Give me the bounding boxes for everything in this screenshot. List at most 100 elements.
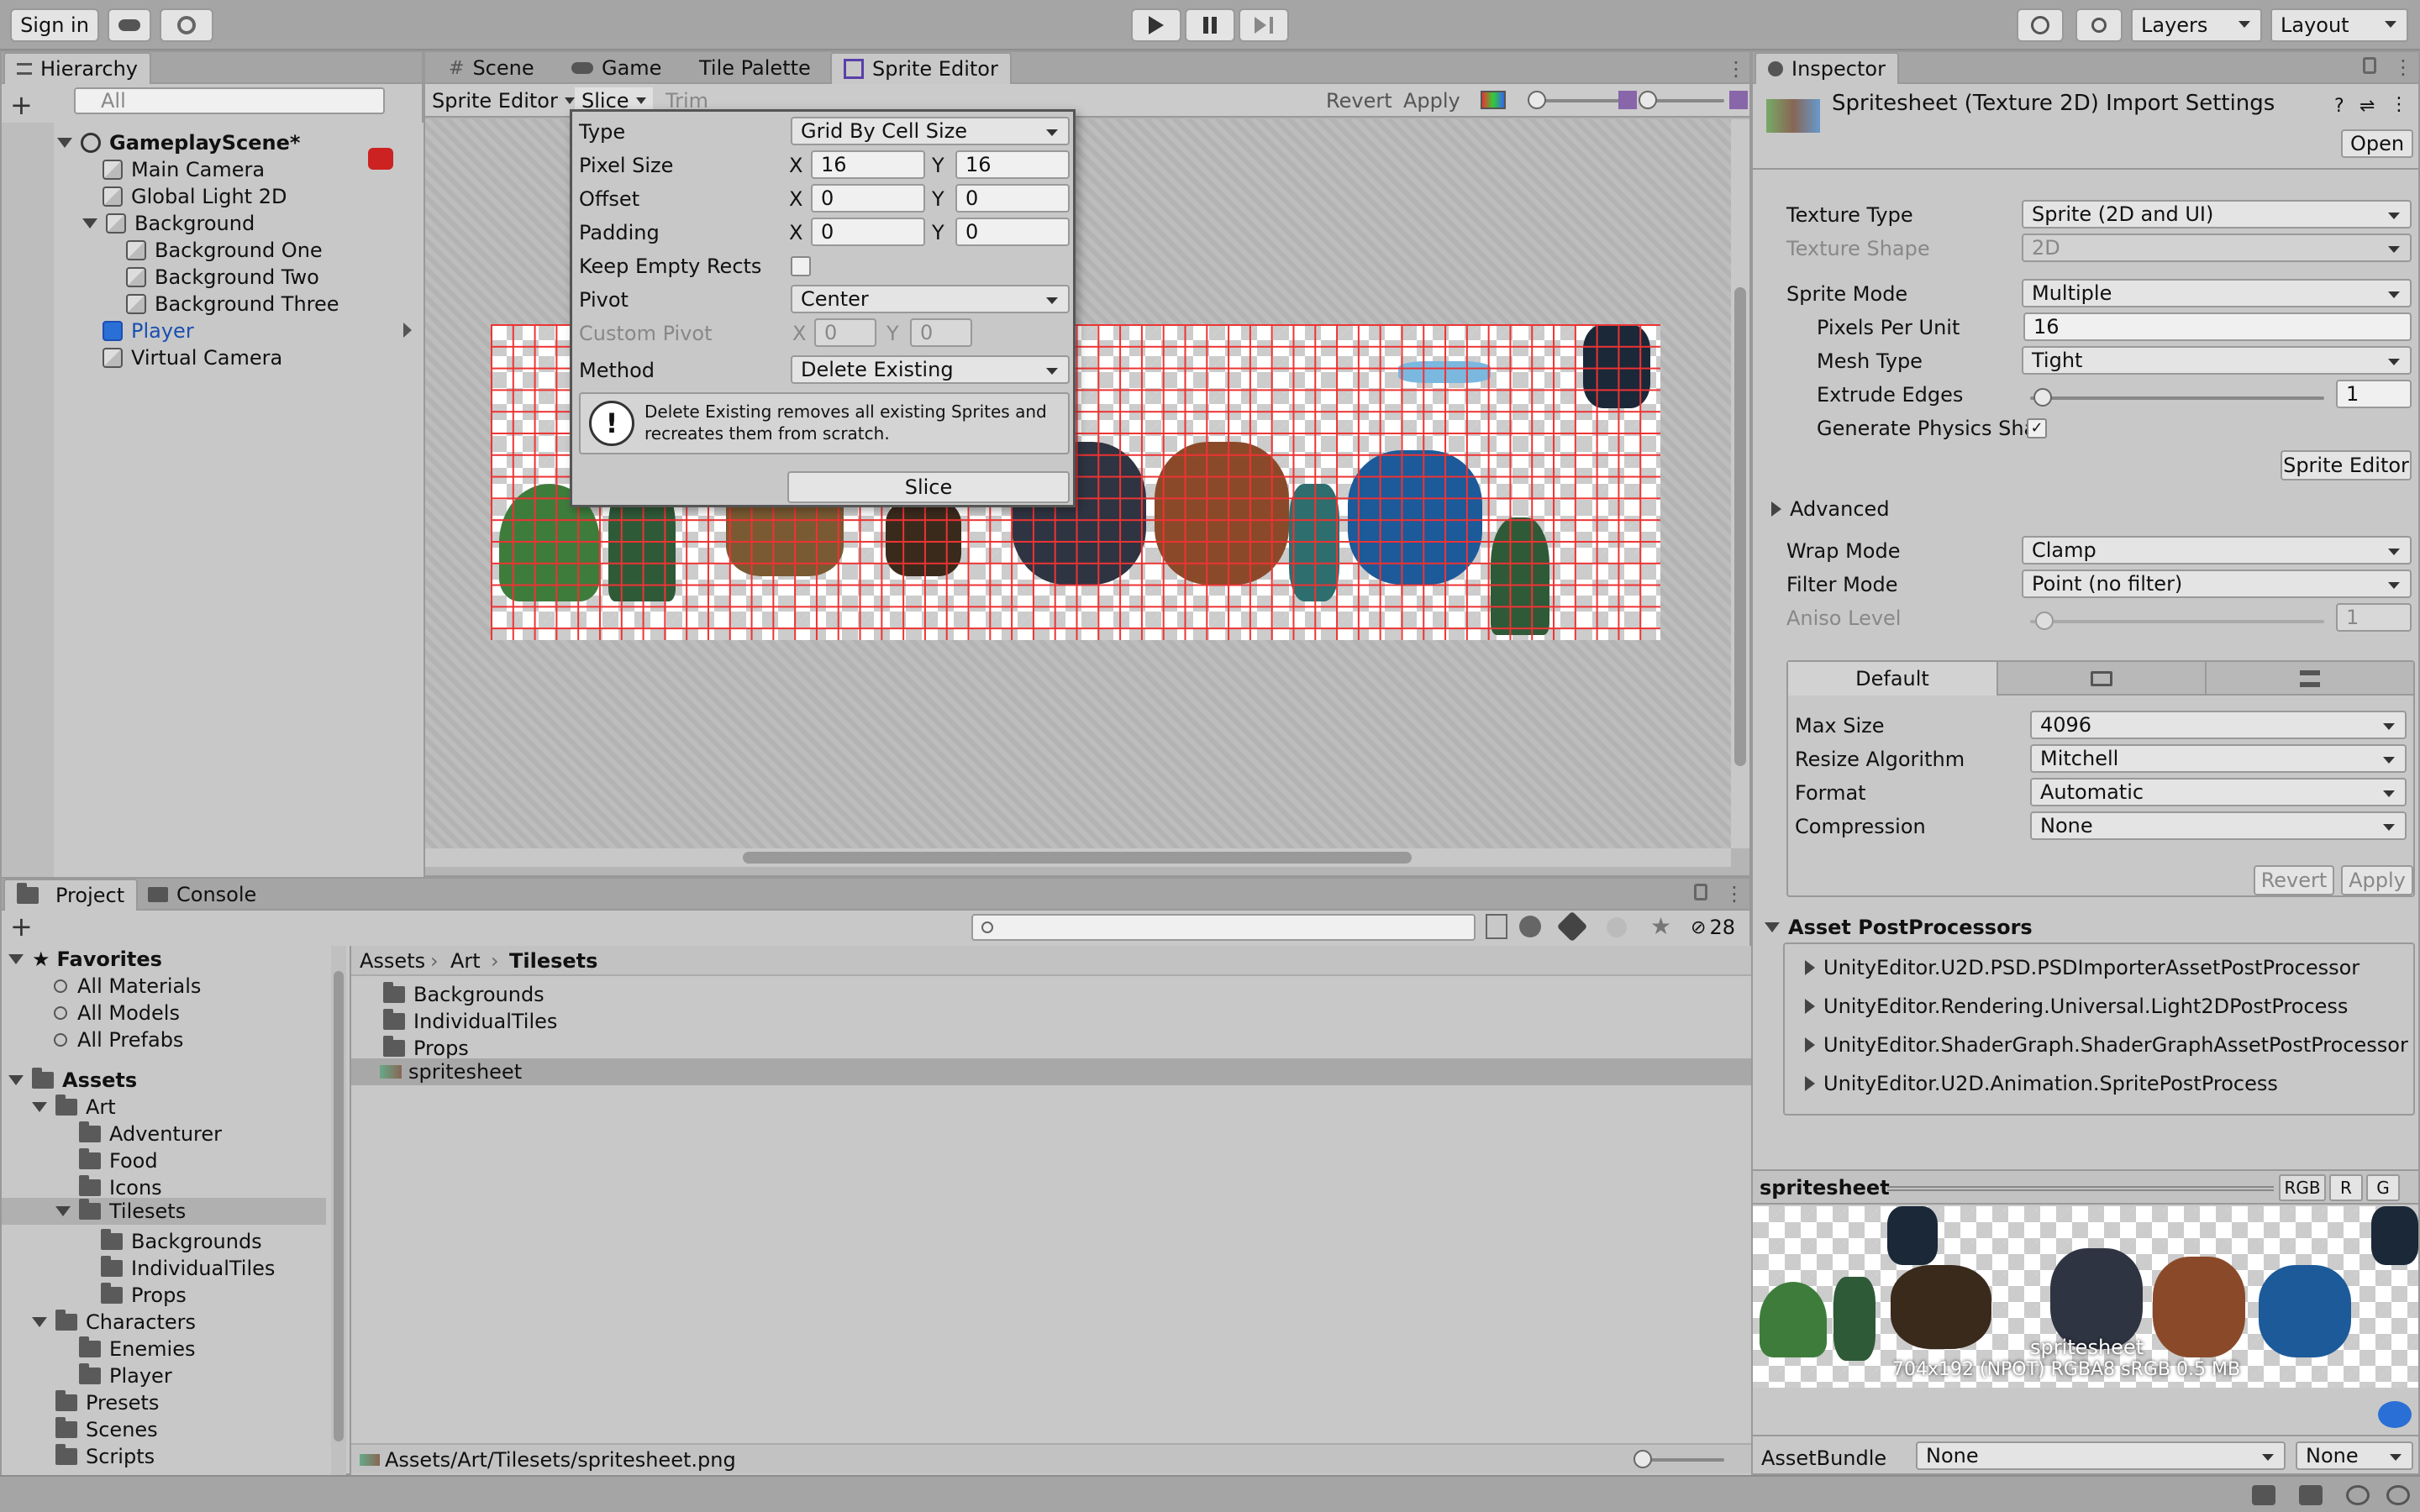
vertical-scroll-thumb[interactable] [1734, 287, 1746, 766]
more-menu-icon[interactable]: ⋮ [1724, 882, 1744, 906]
create-button[interactable]: + [10, 911, 33, 942]
apply-button[interactable]: Apply [1403, 87, 1460, 114]
bug-icon[interactable] [2252, 1485, 2275, 1505]
tree-item[interactable]: Adventurer [79, 1121, 222, 1147]
max-size-dropdown[interactable]: 4096 [2030, 711, 2407, 739]
color-channel-icon[interactable] [1481, 91, 1506, 109]
search-button[interactable] [2075, 8, 2123, 42]
pivot-dropdown[interactable]: Center [791, 285, 1070, 313]
padding-x-input[interactable]: 0 [811, 218, 925, 246]
channel-g-button[interactable]: G [2366, 1174, 2400, 1201]
postprocessor-item[interactable]: UnityEditor.Rendering.Universal.Light2DP… [1805, 993, 2348, 1020]
progress-icon[interactable] [2346, 1485, 2370, 1505]
search-by-type-icon[interactable] [1486, 914, 1507, 939]
custom-pivot-y-input[interactable]: 0 [910, 318, 972, 347]
tree-item[interactable]: Props [101, 1282, 187, 1309]
postprocessor-item[interactable]: UnityEditor.ShaderGraph.ShaderGraphAsset… [1805, 1032, 2408, 1058]
aniso-slider-track[interactable] [2030, 620, 2324, 623]
hierarchy-item[interactable]: Global Light 2D [103, 183, 287, 210]
tree-item[interactable]: Player [79, 1362, 172, 1389]
keep-empty-checkbox[interactable] [791, 256, 811, 276]
tree-item[interactable]: IndividualTiles [101, 1255, 275, 1282]
add-button[interactable]: + [10, 89, 33, 121]
tab-console[interactable]: Console [136, 879, 268, 911]
vertical-scrollbar[interactable] [1731, 119, 1749, 848]
postprocessor-item[interactable]: UnityEditor.U2D.PSD.PSDImporterAssetPost… [1805, 954, 2360, 981]
tree-item[interactable]: Enemies [79, 1336, 195, 1362]
platform-tab-default[interactable]: Default [1788, 662, 1996, 696]
play-button[interactable] [1131, 8, 1181, 42]
help-icon[interactable]: ? [2334, 96, 2344, 117]
sprite-editor-mode-menu[interactable]: Sprite Editor [432, 87, 575, 114]
tab-project[interactable]: Project [3, 879, 139, 911]
tree-item-tilesets[interactable]: Tilesets [55, 1198, 186, 1225]
alpha-slider-track[interactable] [1533, 99, 1627, 102]
hierarchy-item[interactable]: Background Two [126, 264, 319, 291]
mesh-type-dropdown[interactable]: Tight [2022, 346, 2412, 375]
hierarchy-item[interactable]: Main Camera [103, 156, 265, 183]
chevron-right-icon[interactable] [403, 323, 412, 338]
slice-button[interactable]: Slice [787, 471, 1070, 503]
postprocessor-item[interactable]: UnityEditor.U2D.Animation.SpritePostProc… [1805, 1070, 2278, 1097]
hierarchy-item[interactable]: Background [82, 210, 255, 237]
pixel-size-x-input[interactable]: 16 [811, 150, 925, 179]
file-item-spritesheet[interactable]: spritesheet [380, 1058, 522, 1085]
pause-button[interactable] [1185, 8, 1235, 42]
favorites-header[interactable]: ★ Favorites [8, 946, 162, 973]
tree-scroll-thumb[interactable] [334, 971, 344, 1441]
hierarchy-item[interactable]: Background Three [126, 291, 339, 318]
assetbundle-dropdown[interactable]: None [1916, 1441, 2286, 1470]
layers-dropdown[interactable]: Layers [2131, 8, 2262, 42]
tree-item[interactable]: Art [32, 1094, 116, 1121]
method-dropdown[interactable]: Delete Existing [791, 355, 1070, 384]
drag-handle[interactable] [1887, 1186, 2274, 1191]
texture-shape-dropdown[interactable]: 2D [2022, 234, 2412, 262]
more-menu-icon[interactable]: ⋮ [2393, 55, 2413, 79]
horizontal-scrollbar[interactable] [425, 848, 1731, 867]
tree-item[interactable]: Scripts [55, 1443, 155, 1470]
wrap-mode-dropdown[interactable]: Clamp [2022, 536, 2412, 564]
assetbundle-variant-dropdown[interactable]: None [2296, 1441, 2413, 1470]
more-menu-icon[interactable]: ⋮ [2390, 94, 2408, 115]
breadcrumb-item[interactable]: Tilesets [509, 948, 597, 974]
revert-button[interactable]: Revert [1326, 87, 1392, 114]
lock-icon[interactable] [2363, 57, 2376, 74]
collab-button[interactable] [160, 8, 213, 42]
open-button[interactable]: Open [2341, 129, 2413, 158]
alpha-slider-knob[interactable] [1528, 91, 1546, 109]
filter-type-icon[interactable] [1519, 916, 1541, 937]
sign-in-button[interactable]: Sign in [10, 8, 99, 42]
tree-item[interactable]: Food [79, 1147, 158, 1174]
tab-game[interactable]: Game [560, 52, 673, 84]
tab-scene[interactable]: # Scene [437, 52, 546, 84]
advanced-foldout[interactable]: Advanced [1771, 496, 1890, 522]
label-icon[interactable] [1556, 911, 1588, 942]
favorite-item[interactable]: All Materials [54, 973, 201, 1000]
extrude-slider-knob[interactable] [2033, 388, 2052, 407]
custom-pivot-x-input[interactable]: 0 [814, 318, 876, 347]
aniso-slider-knob[interactable] [2035, 612, 2054, 630]
hierarchy-item[interactable]: Background One [126, 237, 323, 264]
hierarchy-search-input[interactable]: All [74, 87, 385, 114]
check-icon[interactable] [2386, 1485, 2410, 1505]
breadcrumb-item[interactable]: Art [450, 948, 481, 974]
platform-tab-standalone[interactable] [1996, 662, 2205, 696]
file-item[interactable]: IndividualTiles [383, 1008, 557, 1035]
tab-hierarchy[interactable]: Hierarchy [3, 52, 152, 84]
scene-root[interactable]: GameplayScene* [57, 129, 300, 156]
generate-physics-checkbox[interactable]: ✓ [2027, 418, 2047, 438]
tab-sprite-editor[interactable]: Sprite Editor [830, 52, 1012, 84]
horizontal-scroll-thumb[interactable] [743, 852, 1412, 864]
platform-tab-server[interactable] [2205, 662, 2413, 696]
tree-scrollbar[interactable] [331, 946, 346, 1475]
tab-tile-palette[interactable]: Tile Palette [687, 52, 823, 84]
tab-inspector[interactable]: Inspector [1754, 52, 1899, 84]
preset-icon[interactable]: ⇌ [2360, 96, 2375, 117]
filter-mode-dropdown[interactable]: Point (no filter) [2022, 570, 2412, 598]
offset-x-input[interactable]: 0 [811, 184, 925, 213]
hierarchy-item-player[interactable]: Player [103, 318, 194, 344]
favorite-item[interactable]: All Models [54, 1000, 180, 1026]
cache-icon[interactable] [2299, 1485, 2323, 1505]
hidden-packages-toggle[interactable]: ⊘ 28 [1691, 914, 1735, 941]
cloud-button[interactable] [108, 8, 151, 42]
